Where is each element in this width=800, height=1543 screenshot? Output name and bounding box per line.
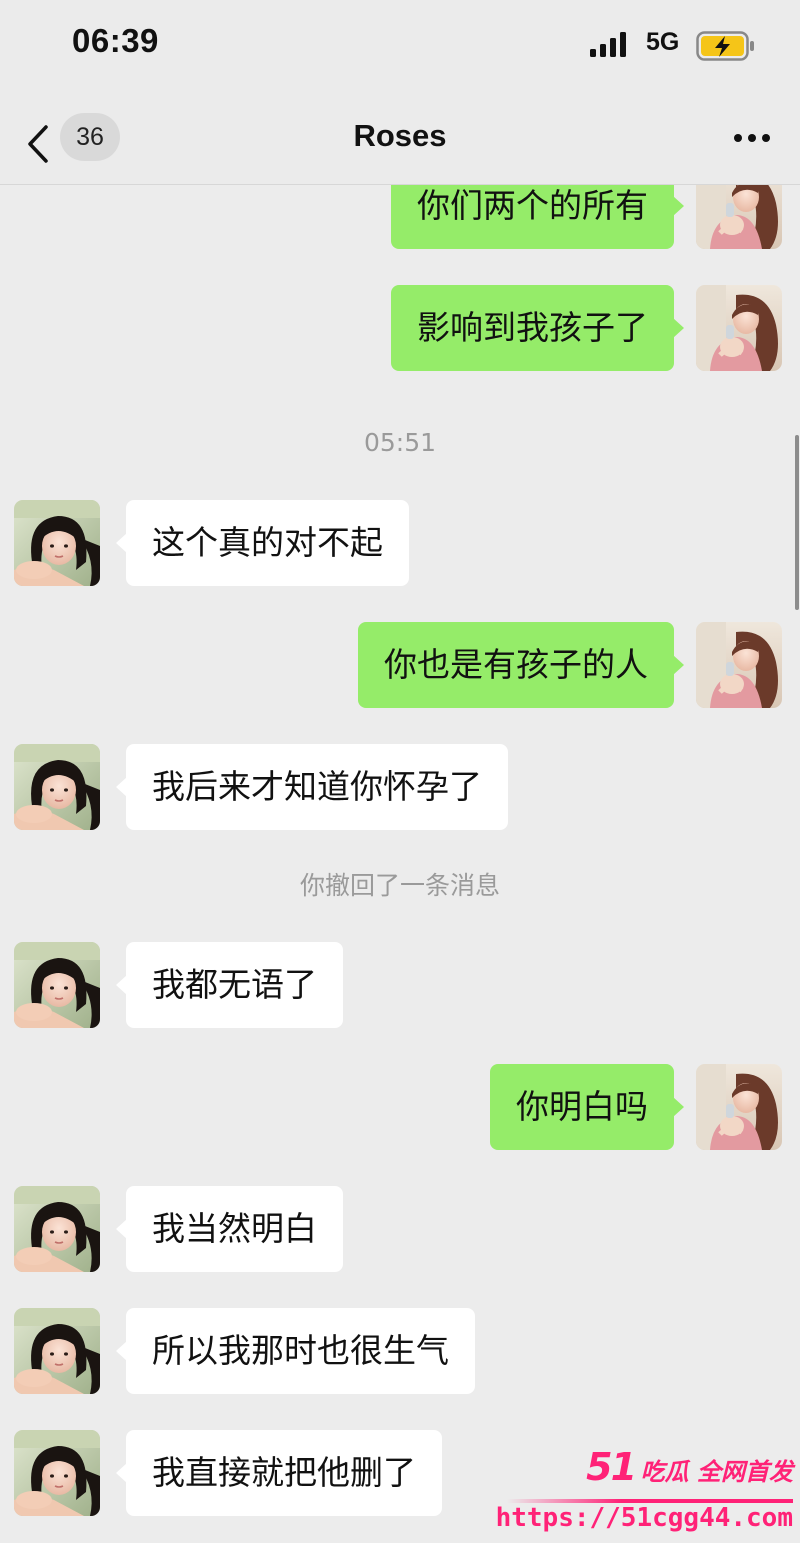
incoming-message-bubble[interactable]: 我直接就把他删了 bbox=[116, 1430, 442, 1516]
back-button[interactable]: 36 bbox=[20, 112, 130, 168]
watermark-tagline: 吃瓜 全网首发 bbox=[640, 1458, 793, 1486]
signal-bars-icon bbox=[589, 30, 633, 58]
watermark-url: https://51cgg44.com bbox=[495, 1503, 793, 1533]
unread-count-badge: 36 bbox=[60, 113, 120, 161]
contact-avatar[interactable] bbox=[14, 1430, 100, 1516]
incoming-message-bubble[interactable]: 我后来才知道你怀孕了 bbox=[116, 744, 508, 830]
outgoing-message-bubble[interactable]: 你们两个的所有 bbox=[391, 185, 684, 249]
my-avatar[interactable] bbox=[696, 622, 782, 708]
chat-header: 36 Roses bbox=[0, 100, 800, 185]
status-time: 06:39 bbox=[72, 22, 159, 59]
contact-avatar[interactable] bbox=[14, 1186, 100, 1272]
network-type: 5G bbox=[646, 28, 680, 56]
more-options-button[interactable] bbox=[724, 118, 780, 158]
contact-avatar[interactable] bbox=[14, 942, 100, 1028]
outgoing-message-bubble[interactable]: 影响到我孩子了 bbox=[391, 285, 684, 371]
outgoing-message-bubble[interactable]: 你也是有孩子的人 bbox=[358, 622, 684, 708]
watermark: 51 吃瓜 全网首发 https://51cgg44.com bbox=[496, 1445, 797, 1540]
incoming-message-bubble[interactable]: 我当然明白 bbox=[116, 1186, 343, 1272]
battery-charging-icon bbox=[696, 30, 756, 62]
contact-avatar[interactable] bbox=[14, 1308, 100, 1394]
contact-avatar[interactable] bbox=[14, 744, 100, 830]
my-avatar[interactable] bbox=[696, 285, 782, 371]
outgoing-message-bubble[interactable]: 你明白吗 bbox=[490, 1064, 684, 1150]
watermark-brand: 51 吃瓜 全网首发 bbox=[586, 1445, 793, 1489]
watermark-number: 51 bbox=[586, 1445, 637, 1489]
timestamp-label: 05:51 bbox=[363, 428, 437, 457]
more-dots-icon bbox=[734, 134, 770, 142]
chevron-left-icon bbox=[24, 124, 52, 164]
status-bar: 06:39 5G bbox=[0, 0, 800, 100]
incoming-message-bubble[interactable]: 所以我那时也很生气 bbox=[116, 1308, 475, 1394]
my-avatar[interactable] bbox=[696, 185, 782, 249]
recalled-message-notice: 你撤回了一条消息 bbox=[299, 871, 500, 900]
scroll-indicator[interactable] bbox=[795, 435, 799, 610]
contact-avatar[interactable] bbox=[14, 500, 100, 586]
chat-title: Roses bbox=[353, 118, 447, 153]
message-list[interactable]: 你们两个的所有 影响到我孩子了 05:51 这个真的对不起 你也是有孩子的人 我… bbox=[0, 185, 800, 1543]
my-avatar[interactable] bbox=[696, 1064, 782, 1150]
incoming-message-bubble[interactable]: 这个真的对不起 bbox=[116, 500, 409, 586]
incoming-message-bubble[interactable]: 我都无语了 bbox=[116, 942, 343, 1028]
